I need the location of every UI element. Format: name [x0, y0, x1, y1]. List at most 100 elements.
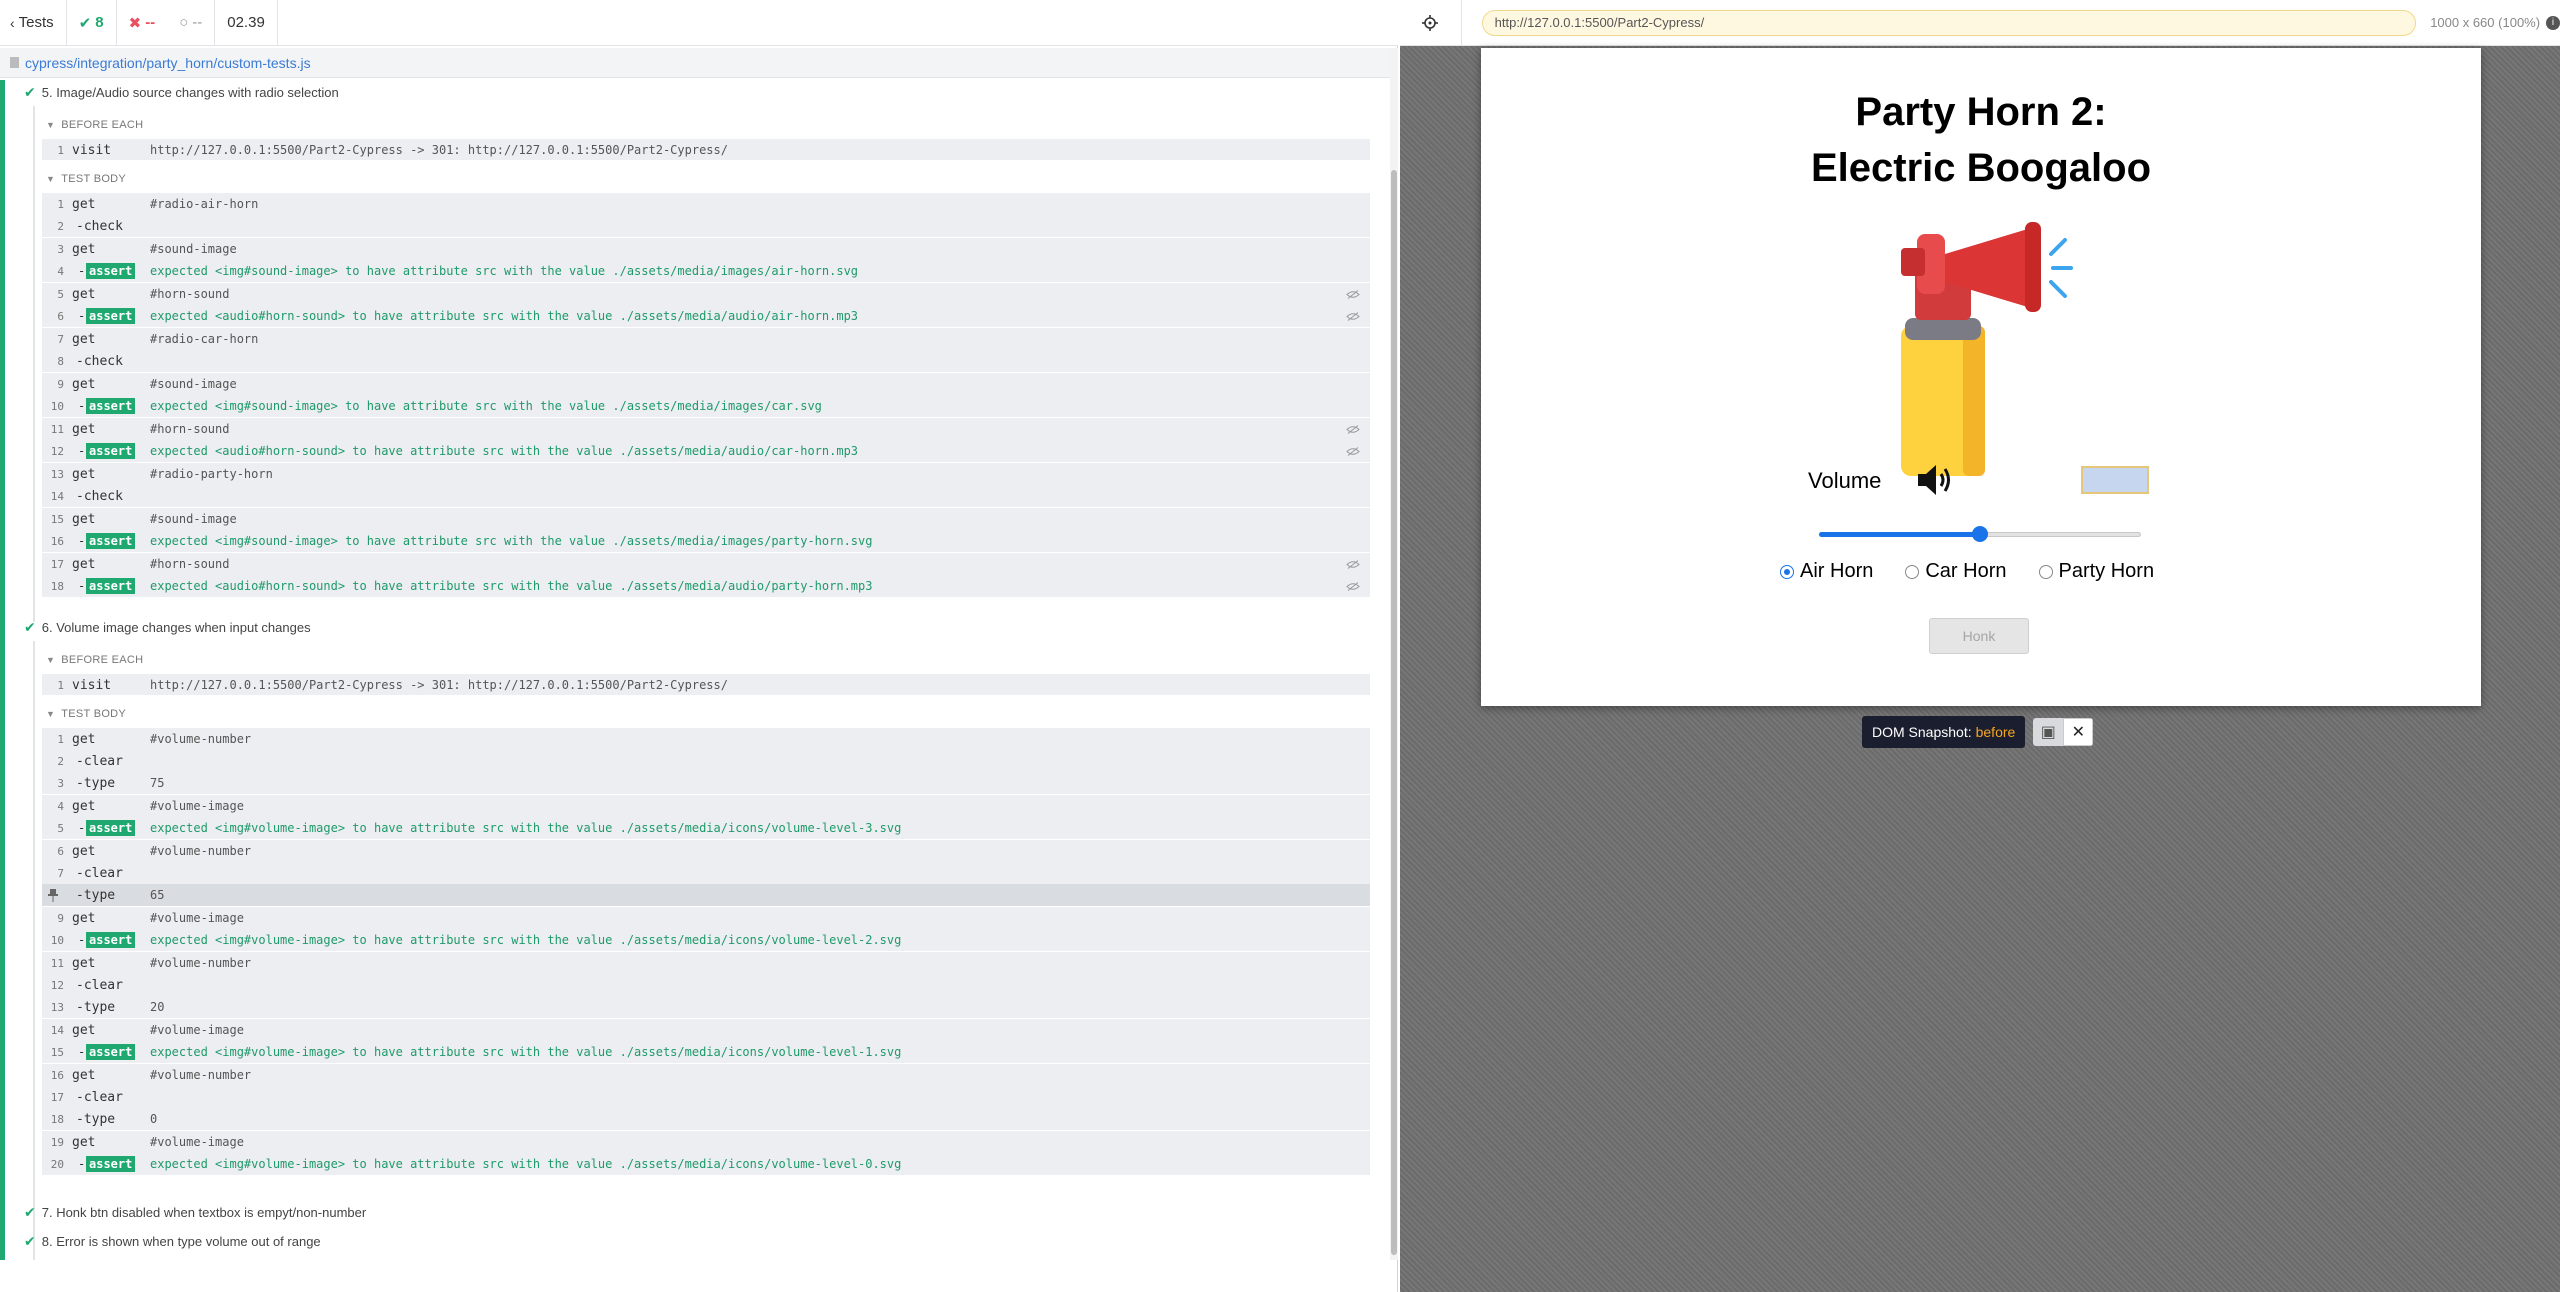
back-to-tests-button[interactable]: ‹ Tests — [0, 0, 67, 46]
url-field[interactable]: http://127.0.0.1:5500/Part2-Cypress/ — [1481, 9, 2417, 36]
command-number: 1 — [57, 732, 64, 746]
hook-test-body[interactable]: ▼ TEST BODY — [46, 169, 126, 189]
test-title-5[interactable]: ✔ 5. Image/Audio source changes with rad… — [24, 80, 339, 104]
command-row[interactable]: 6- assert expected <audio#horn-sound> to h… — [42, 305, 1370, 327]
command-row[interactable]: 3 get #sound-image — [42, 238, 1370, 260]
aut-header: http://127.0.0.1:5500/Part2-Cypress/ 100… — [1400, 0, 2560, 46]
scrollbar-thumb[interactable] — [1391, 170, 1397, 1255]
test-title-7[interactable]: ✔ 7. Honk btn disabled when textbox is e… — [24, 1200, 366, 1224]
command-name: get — [72, 798, 96, 814]
command-message: #horn-sound — [150, 422, 230, 436]
check-icon: ✔ — [24, 618, 36, 635]
radio-button[interactable] — [1780, 564, 1794, 579]
command-row[interactable]: 12 -clear — [42, 974, 1370, 996]
command-row[interactable]: 1 get #radio-air-horn — [42, 193, 1370, 215]
command-row[interactable]: 5 get #horn-sound — [42, 283, 1370, 305]
command-row[interactable]: 10- assert expected <img#sound-image> to h… — [42, 395, 1370, 417]
command-row[interactable]: 4- assert expected <img#sound-image> to ha… — [42, 260, 1370, 282]
toggle-highlight-button[interactable]: ▣ — [2033, 718, 2064, 746]
slider-thumb[interactable] — [1972, 526, 1988, 542]
command-row[interactable]: 4 get #volume-image — [42, 795, 1370, 817]
hidden-eye-icon — [1346, 446, 1360, 456]
command-message: expected <img#sound-image> to have attri… — [150, 264, 859, 278]
hidden-eye-icon — [1346, 581, 1360, 591]
reporter-header: ‹ Tests ✔ 8 ✖ -- ○ -- 02.39 ↕ ↻ — [0, 0, 2560, 46]
caret-down-icon: ▼ — [46, 120, 56, 130]
command-group: 17 get #horn-sound 18- assert expected <audio… — [42, 553, 1370, 598]
hook-before-each[interactable]: ▼ BEFORE EACH — [46, 650, 143, 670]
spec-path-bar[interactable]: cypress/integration/party_horn/custom-te… — [0, 48, 1392, 78]
command-row[interactable]: 11 get #volume-number — [42, 952, 1370, 974]
command-row[interactable]: 7 -clear — [42, 862, 1370, 884]
command-number: 6 — [57, 844, 64, 858]
command-row[interactable]: 14 -check — [42, 485, 1370, 507]
command-row[interactable]: 1 visit http://127.0.0.1:5500/Part2-Cypres… — [42, 674, 1370, 696]
command-row[interactable]: 1 visit http://127.0.0.1:5500/Part2-Cypres… — [42, 139, 1370, 161]
command-name: get — [72, 556, 96, 572]
command-number: 17 — [50, 557, 64, 571]
info-icon[interactable]: i — [2546, 15, 2560, 30]
command-row[interactable]: 16- assert expected <img#sound-image> to h… — [42, 530, 1370, 552]
command-row[interactable]: 10- assert expected <img#volume-image> to … — [42, 929, 1370, 951]
command-name: get — [72, 286, 96, 302]
child-marker: - — [78, 821, 86, 835]
radio-button[interactable] — [1905, 564, 1920, 579]
test-title-8[interactable]: ✔ 8. Error is shown when type volume out… — [24, 1229, 321, 1253]
test-divider — [33, 641, 35, 1260]
command-log-panel: ‹ Tests ✔ 8 ✖ -- ○ -- 02.39 ↕ ↻ — [0, 0, 2560, 1292]
command-row[interactable]: 7 get #radio-car-horn — [42, 328, 1370, 350]
hook-test-body[interactable]: ▼ TEST BODY — [46, 704, 126, 724]
command-row[interactable]: 15- assert expected <img#volume-image> to … — [42, 1041, 1370, 1063]
command-message: #volume-image — [150, 1135, 244, 1149]
volume-slider[interactable] — [1819, 526, 2141, 542]
command-row[interactable]: 17 -clear — [42, 1086, 1370, 1108]
command-row[interactable]: 2 -check — [42, 215, 1370, 237]
hook-before-each[interactable]: ▼ BEFORE EACH — [46, 115, 143, 135]
command-row[interactable]: 11 get #horn-sound — [42, 418, 1370, 440]
volume-number-input[interactable] — [2081, 466, 2149, 494]
command-row[interactable]: 18 -type 0 — [42, 1108, 1370, 1130]
command-row[interactable]: 17 get #horn-sound — [42, 553, 1370, 575]
command-row[interactable]: 16 get #volume-number — [42, 1064, 1370, 1086]
command-name: -clear — [76, 865, 123, 881]
close-snapshot-button[interactable]: ✕ — [2063, 718, 2094, 746]
command-name: get — [72, 1067, 96, 1083]
command-message: http://127.0.0.1:5500/Part2-Cypress -> 3… — [150, 143, 728, 157]
command-row[interactable]: 6 get #volume-number — [42, 840, 1370, 862]
command-row[interactable]: 1 get #volume-number — [42, 728, 1370, 750]
command-row[interactable]: 14 get #volume-image — [42, 1019, 1370, 1041]
dom-snapshot-bar: DOM Snapshot: before ▣ ✕ — [1862, 716, 2094, 748]
close-icon: ✕ — [2071, 724, 2086, 741]
command-row[interactable]: 18- assert expected <audio#horn-sound> to … — [42, 575, 1370, 597]
command-row[interactable]: 5- assert expected <img#volume-image> to h… — [42, 817, 1370, 839]
command-row[interactable]: 2 -clear — [42, 750, 1370, 772]
radio-button[interactable] — [2038, 564, 2053, 579]
command-message: expected <img#sound-image> to have attri… — [150, 534, 873, 548]
command-row[interactable]: 3 -type 75 — [42, 772, 1370, 794]
command-row[interactable]: 19 get #volume-image — [42, 1131, 1370, 1153]
command-row[interactable]: 12- assert expected <audio#horn-sound> to … — [42, 440, 1370, 462]
command-row[interactable]: 20- assert expected <img#volume-image> to … — [42, 1153, 1370, 1175]
command-row[interactable]: 8 -check — [42, 350, 1370, 372]
command-group: 6get#volume-number7-clear8-type65 — [42, 840, 1370, 907]
spec-path[interactable]: cypress/integration/party_horn/custom-te… — [25, 55, 311, 71]
caret-down-icon: ▼ — [46, 174, 56, 184]
radio-party-horn[interactable]: Party Horn — [2038, 560, 2154, 583]
radio-air-horn[interactable]: Air Horn — [1780, 560, 1873, 583]
command-name: assert — [86, 1044, 136, 1060]
command-row[interactable]: 8-type65 — [42, 884, 1370, 906]
command-row[interactable]: 9 get #sound-image — [42, 373, 1370, 395]
command-number: 10 — [50, 399, 64, 413]
command-name: get — [72, 376, 96, 392]
test-title-6[interactable]: ✔ 6. Volume image changes when input cha… — [24, 615, 311, 639]
command-number: 15 — [50, 512, 64, 526]
selector-playground-button[interactable] — [1400, 0, 1462, 46]
command-row[interactable]: 13 get #radio-party-horn — [42, 463, 1370, 485]
command-row[interactable]: 9 get #volume-image — [42, 907, 1370, 929]
command-row[interactable]: 15 get #sound-image — [42, 508, 1370, 530]
command-message: #radio-party-horn — [150, 467, 273, 481]
radio-car-horn[interactable]: Car Horn — [1905, 560, 2007, 583]
command-row[interactable]: 13 -type 20 — [42, 996, 1370, 1018]
honk-button[interactable]: Honk — [1929, 618, 2029, 654]
viewport-info[interactable]: 1000 x 660 (100%) — [2430, 15, 2540, 30]
